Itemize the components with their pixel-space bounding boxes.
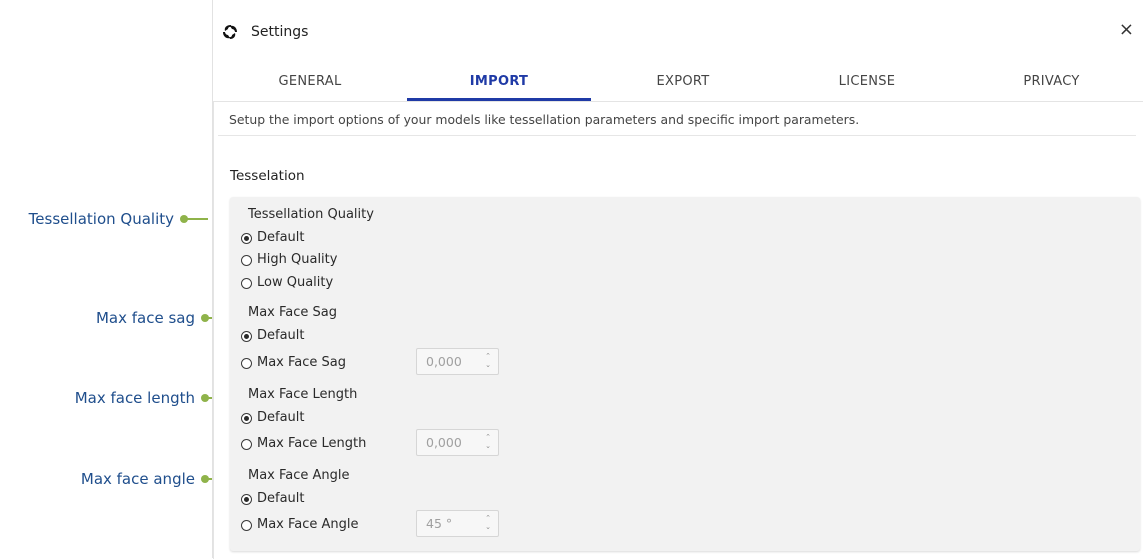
tab-bar: GENERAL IMPORT EXPORT LICENSE PRIVACY bbox=[213, 64, 1143, 102]
callout-max-face-length: Max face length bbox=[0, 388, 229, 408]
tab-export[interactable]: EXPORT bbox=[591, 64, 775, 100]
radio-unchecked-icon[interactable] bbox=[241, 357, 252, 369]
radio-sag-default[interactable]: Default bbox=[241, 327, 305, 345]
tab-general[interactable]: GENERAL bbox=[213, 64, 407, 100]
divider bbox=[218, 135, 1136, 136]
radio-label: Default bbox=[257, 491, 305, 506]
group-label-max-face-sag: Max Face Sag bbox=[248, 305, 338, 320]
spin-down-icon[interactable]: ⌄ bbox=[484, 361, 492, 370]
radio-unchecked-icon[interactable] bbox=[241, 277, 252, 289]
callout-max-face-sag: Max face sag bbox=[0, 308, 229, 328]
radio-label: Default bbox=[257, 328, 305, 343]
radio-label: Max Face Length bbox=[257, 436, 367, 451]
radio-length-default[interactable]: Default bbox=[241, 409, 305, 427]
radio-label: Default bbox=[257, 230, 305, 245]
settings-window: Settings × GENERAL IMPORT EXPORT LICENSE… bbox=[212, 0, 1143, 559]
radio-unchecked-icon[interactable] bbox=[241, 254, 252, 266]
radio-checked-icon[interactable] bbox=[241, 232, 252, 244]
tab-import[interactable]: IMPORT bbox=[407, 64, 591, 100]
callout-label: Max face angle bbox=[80, 470, 195, 488]
app-logo-icon bbox=[223, 25, 237, 39]
radio-angle-custom[interactable]: Max Face Angle bbox=[241, 516, 359, 534]
callout-max-face-angle: Max face angle bbox=[0, 469, 229, 489]
section-title-tesselation: Tesselation bbox=[230, 168, 305, 184]
tab-privacy[interactable]: PRIVACY bbox=[959, 64, 1143, 100]
max-face-sag-spinbox[interactable]: 0,000 ⌃ ⌄ bbox=[416, 348, 499, 375]
radio-unchecked-icon[interactable] bbox=[241, 438, 252, 450]
spinbox-arrows-icon[interactable]: ⌃ ⌄ bbox=[484, 514, 492, 533]
radio-label: Default bbox=[257, 410, 305, 425]
radio-sag-custom[interactable]: Max Face Sag bbox=[241, 354, 346, 372]
spin-up-icon[interactable]: ⌃ bbox=[484, 433, 492, 442]
tesselation-panel: Tessellation Quality Default High Qualit… bbox=[230, 197, 1140, 551]
radio-length-custom[interactable]: Max Face Length bbox=[241, 435, 366, 453]
close-button[interactable]: × bbox=[1119, 20, 1134, 40]
radio-checked-icon[interactable] bbox=[241, 330, 252, 342]
radio-label: Max Face Sag bbox=[257, 355, 347, 370]
group-label-max-face-length: Max Face Length bbox=[248, 387, 358, 402]
group-label-tessellation-quality: Tessellation Quality bbox=[248, 207, 374, 222]
callout-tessellation-quality: Tessellation Quality bbox=[0, 209, 208, 229]
spinbox-arrows-icon[interactable]: ⌃ ⌄ bbox=[484, 352, 492, 371]
spin-down-icon[interactable]: ⌄ bbox=[484, 523, 492, 532]
spinbox-value: 0,000 bbox=[426, 435, 462, 450]
spinbox-value: 0,000 bbox=[426, 354, 462, 369]
radio-quality-high[interactable]: High Quality bbox=[241, 251, 337, 269]
radio-quality-low[interactable]: Low Quality bbox=[241, 274, 333, 292]
radio-unchecked-icon[interactable] bbox=[241, 519, 252, 531]
radio-label: Max Face Angle bbox=[257, 517, 359, 532]
callout-line bbox=[186, 218, 208, 220]
radio-quality-default[interactable]: Default bbox=[241, 229, 305, 247]
spin-up-icon[interactable]: ⌃ bbox=[484, 514, 492, 523]
callout-label: Max face length bbox=[74, 389, 195, 407]
radio-checked-icon[interactable] bbox=[241, 493, 252, 505]
spinbox-value: 45 ° bbox=[426, 516, 453, 531]
callout-label: Tessellation Quality bbox=[28, 210, 174, 228]
max-face-length-spinbox[interactable]: 0,000 ⌃ ⌄ bbox=[416, 429, 499, 456]
spinbox-arrows-icon[interactable]: ⌃ ⌄ bbox=[484, 433, 492, 452]
window-title: Settings bbox=[251, 24, 309, 40]
title-bar: Settings × bbox=[213, 0, 1143, 60]
max-face-angle-spinbox[interactable]: 45 ° ⌃ ⌄ bbox=[416, 510, 499, 537]
radio-label: Low Quality bbox=[257, 275, 334, 290]
tab-description: Setup the import options of your models … bbox=[229, 112, 860, 127]
group-label-max-face-angle: Max Face Angle bbox=[248, 468, 350, 483]
tab-license[interactable]: LICENSE bbox=[775, 64, 959, 100]
radio-angle-default[interactable]: Default bbox=[241, 490, 305, 508]
spin-down-icon[interactable]: ⌄ bbox=[484, 442, 492, 451]
callout-label: Max face sag bbox=[95, 309, 195, 327]
spin-up-icon[interactable]: ⌃ bbox=[484, 352, 492, 361]
radio-label: High Quality bbox=[257, 252, 338, 267]
radio-checked-icon[interactable] bbox=[241, 412, 252, 424]
